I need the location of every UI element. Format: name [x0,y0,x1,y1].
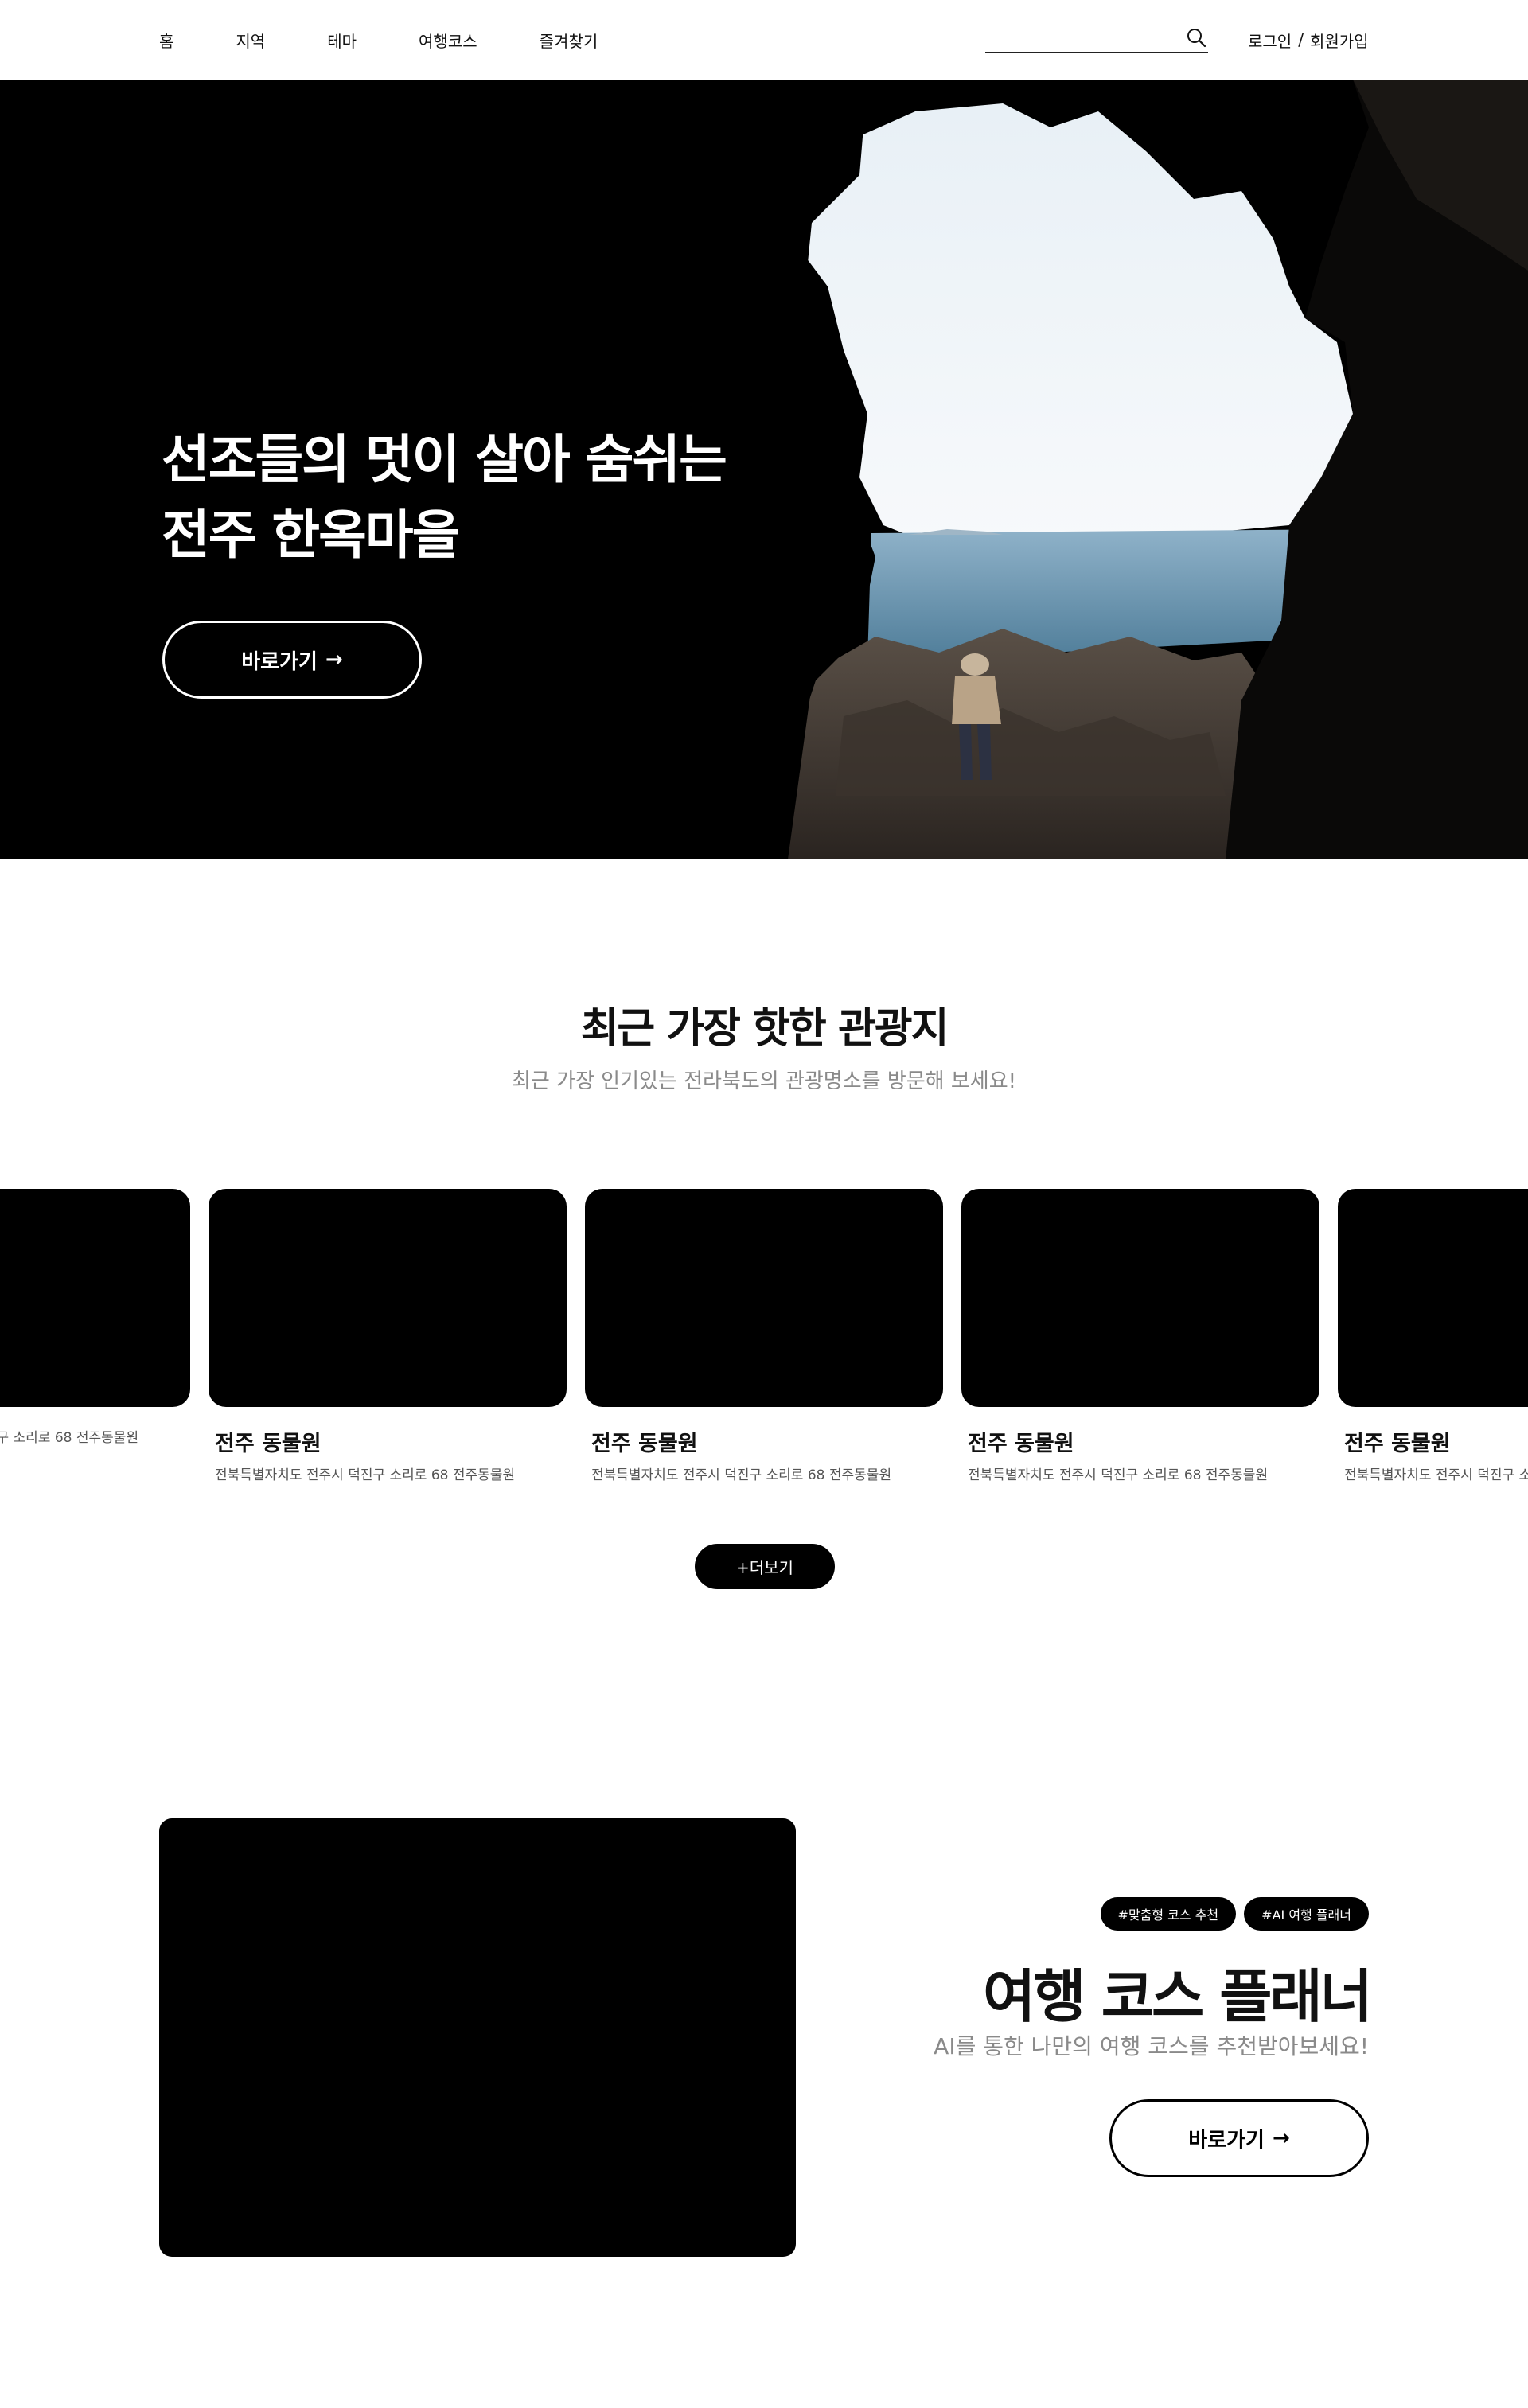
arrow-right-icon: → [1272,2126,1290,2150]
attraction-card[interactable]: 전주 동물원 전북특별자치도 전주시 덕진구 소리로 68 전주동물원 [1338,1189,1528,1483]
attraction-card-name: 전주 동물원 [1344,1432,1451,1456]
nav-item-theme[interactable]: 테마 [327,29,357,52]
hero-title-line2: 전주 한옥마을 [162,505,460,566]
more-button[interactable]: +더보기 [695,1544,835,1589]
auth-links: 로그인 / 회원가입 [1248,0,1369,80]
attraction-carousel: 전북특별자치도 전주시 덕진구 소리로 68 전주동물원 전주 동물원 전북특별… [0,1189,1528,1491]
planner-tags: #맞춤형 코스 추천 #AI 여행 플래너 [1093,1897,1369,1931]
signup-link[interactable]: 회원가입 [1310,29,1369,52]
hero-banner: 선조들의 멋이 살아 숨쉬는 전주 한옥마을 바로가기 → [0,80,1528,859]
nav-item-favorites[interactable]: 즐겨찾기 [540,29,598,52]
planner-go-button-label: 바로가기 [1188,2128,1265,2153]
attraction-card[interactable]: 전주 동물원 전북특별자치도 전주시 덕진구 소리로 68 전주동물원 [961,1189,1319,1483]
attraction-card-image [961,1189,1319,1407]
tag-ai-planner[interactable]: #AI 여행 플래너 [1244,1897,1369,1931]
planner-go-button[interactable]: 바로가기 → [1109,2099,1369,2177]
attraction-card[interactable]: 전북특별자치도 전주시 덕진구 소리로 68 전주동물원 [0,1189,190,1446]
attraction-card-image [209,1189,567,1407]
nav-item-home[interactable]: 홈 [159,29,173,52]
search-icon[interactable] [1184,25,1208,49]
hero-title-line1: 선조들의 멋이 살아 숨쉬는 [162,429,727,490]
attraction-card-address: 전북특별자치도 전주시 덕진구 소리로 68 전주동물원 [1344,1467,1528,1483]
attraction-card-address: 전북특별자치도 전주시 덕진구 소리로 68 전주동물원 [0,1430,139,1446]
attraction-card-name: 전주 동물원 [215,1432,322,1456]
attraction-card-name: 전주 동물원 [591,1432,698,1456]
tag-custom-course[interactable]: #맞춤형 코스 추천 [1100,1897,1237,1931]
hero-go-button[interactable]: 바로가기 → [162,621,422,699]
attraction-card[interactable]: 전주 동물원 전북특별자치도 전주시 덕진구 소리로 68 전주동물원 [585,1189,943,1483]
nav-item-travel-course[interactable]: 여행코스 [419,29,477,52]
popular-section-title: 최근 가장 핫한 관광지 [580,1005,949,1053]
hero-go-button-label: 바로가기 [241,649,318,674]
planner-image [159,1818,796,2257]
attraction-card-name: 전주 동물원 [968,1432,1074,1456]
hero-title: 선조들의 멋이 살아 숨쉬는 전주 한옥마을 [162,422,727,573]
site-header: 홈 지역 테마 여행코스 즐겨찾기 로그인 / 회원가입 [0,0,1528,80]
login-link[interactable]: 로그인 [1248,29,1292,52]
nav-item-region[interactable]: 지역 [236,29,265,52]
attraction-card-address: 전북특별자치도 전주시 덕진구 소리로 68 전주동물원 [215,1467,516,1483]
planner-subtitle: AI를 통한 나만의 여행 코스를 추천받아보세요! [934,2033,1369,2059]
attraction-card-address: 전북특별자치도 전주시 덕진구 소리로 68 전주동물원 [968,1467,1269,1483]
popular-section-subtitle: 최근 가장 인기있는 전라북도의 관광명소를 방문해 보세요! [511,1070,1017,1093]
attraction-card-address: 전북특별자치도 전주시 덕진구 소리로 68 전주동물원 [591,1467,892,1483]
search-input[interactable] [985,22,1184,52]
arrow-right-icon: → [325,648,343,672]
main-nav: 홈 지역 테마 여행코스 즐겨찾기 [159,0,660,80]
attraction-card-image [585,1189,943,1407]
planner-title: 여행 코스 플래너 [983,1963,1373,2030]
search-bar [985,22,1208,53]
attraction-card-image [1338,1189,1528,1407]
attraction-card-image [0,1189,190,1407]
attraction-card[interactable]: 전주 동물원 전북특별자치도 전주시 덕진구 소리로 68 전주동물원 [209,1189,567,1483]
auth-separator: / [1298,30,1304,49]
